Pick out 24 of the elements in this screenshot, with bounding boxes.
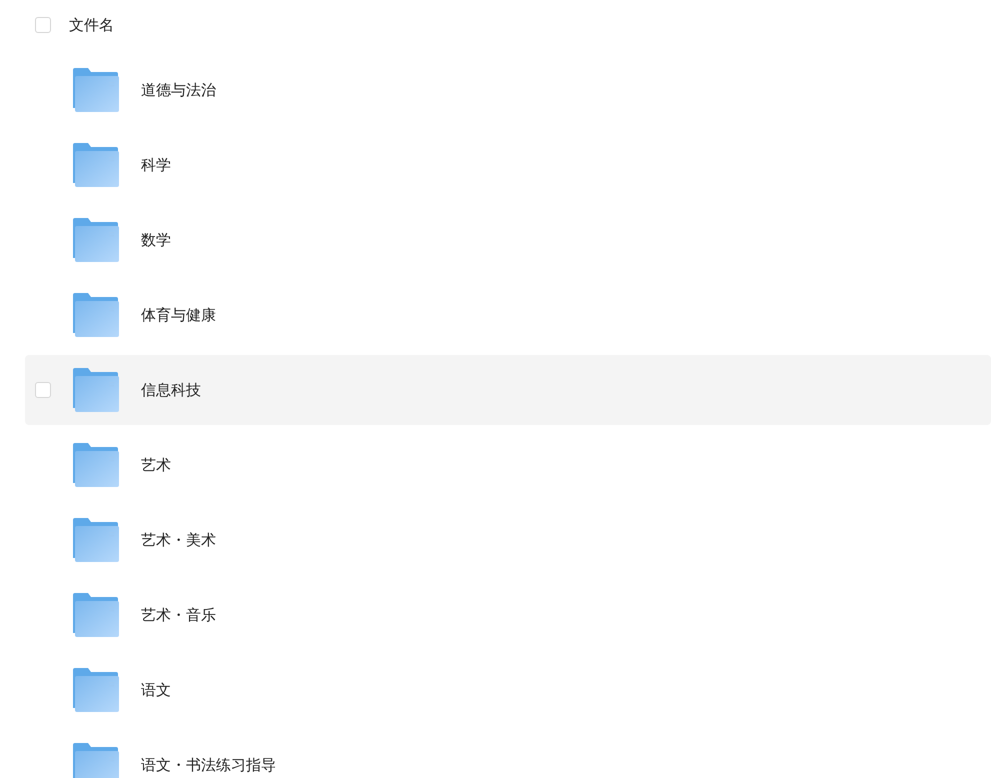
folder-icon [73, 143, 119, 187]
folder-name[interactable]: 科学 [141, 156, 171, 174]
folder-name[interactable]: 语文・书法练习指导 [141, 756, 276, 774]
folder-icon [73, 218, 119, 262]
folder-name[interactable]: 体育与健康 [141, 306, 216, 324]
row-checkbox[interactable] [35, 382, 51, 398]
folder-icon [73, 593, 119, 637]
folder-icon [73, 368, 119, 412]
folder-icon [73, 743, 119, 778]
folder-icon [73, 443, 119, 487]
folder-icon [73, 68, 119, 112]
file-row[interactable]: 信息科技 [25, 355, 991, 425]
folder-icon [73, 668, 119, 712]
folder-name[interactable]: 艺术・美术 [141, 530, 216, 550]
folder-icon [73, 293, 119, 337]
folder-name[interactable]: 道德与法治 [141, 80, 216, 100]
folder-name[interactable]: 艺术 [141, 456, 171, 474]
select-all-checkbox[interactable] [35, 17, 51, 33]
folder-name[interactable]: 数学 [141, 230, 171, 250]
folder-icon [73, 518, 119, 562]
folder-name[interactable]: 艺术・音乐 [141, 606, 216, 624]
column-header: 文件名 [69, 16, 114, 34]
folder-name[interactable]: 语文 [141, 680, 171, 700]
folder-name[interactable]: 信息科技 [141, 380, 201, 400]
